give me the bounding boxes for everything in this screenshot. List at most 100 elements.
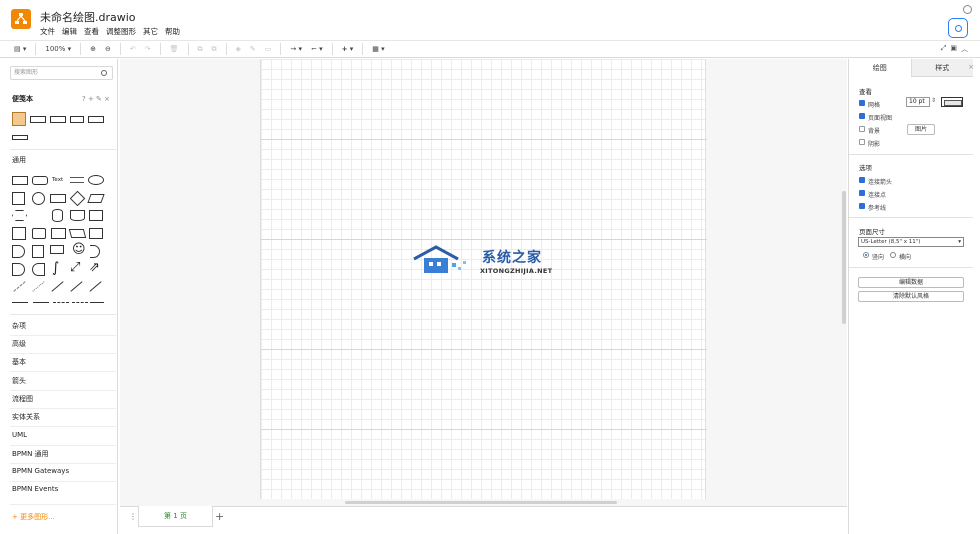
connection-points-checkbox[interactable] [859, 190, 865, 196]
scratchpad-title[interactable]: 便笺本 [12, 94, 33, 104]
parallelogram-shape[interactable] [87, 194, 105, 203]
scratchpad-item[interactable] [12, 112, 26, 126]
connection-style-icon[interactable]: → ▾ [290, 43, 302, 55]
fill-color-icon[interactable]: ◈ [236, 43, 241, 55]
category-bpmn-gateways[interactable]: BPMN Gateways [12, 467, 112, 475]
hexagon-shape[interactable] [12, 210, 27, 221]
square-shape[interactable] [12, 192, 25, 205]
category-uml[interactable]: UML [12, 431, 112, 439]
shadow-checkbox[interactable] [859, 139, 865, 145]
shape-search-input[interactable]: 搜索图形 [10, 66, 113, 80]
menu-arrange[interactable]: 调整图形 [106, 26, 136, 37]
vertical-scrollbar[interactable] [842, 191, 846, 324]
dashed-line-shape[interactable] [13, 281, 26, 292]
scratchpad-item[interactable] [88, 116, 104, 123]
callout-shape[interactable] [50, 245, 64, 254]
screen-capture-icon[interactable] [948, 18, 968, 38]
grid-size-input[interactable]: 10 pt [906, 97, 930, 107]
dotted-line-shape[interactable] [32, 281, 45, 292]
general-section-title[interactable]: 通用 [12, 155, 26, 165]
menu-view[interactable]: 查看 [84, 26, 99, 37]
undo-icon[interactable]: ↶ [130, 43, 136, 55]
trapezoid-shape[interactable] [68, 229, 87, 238]
category-misc[interactable]: 杂项 [12, 321, 112, 331]
loop-limit-shape[interactable] [32, 263, 45, 276]
portrait-radio[interactable] [863, 252, 869, 258]
guides-checkbox[interactable] [859, 203, 865, 209]
grid-size-stepper-icon[interactable]: ⇕ [931, 97, 936, 104]
process-shape[interactable] [50, 194, 66, 203]
data-storage-shape[interactable] [12, 263, 25, 276]
scratchpad-tools[interactable]: ? + ✎ × [82, 95, 110, 103]
delete-icon[interactable]: 🗑 [170, 43, 179, 55]
zoom-in-icon[interactable]: ⊕ [90, 43, 96, 55]
scratchpad-item[interactable] [50, 116, 66, 123]
circle-shape[interactable] [32, 192, 45, 205]
language-globe-icon[interactable] [963, 5, 972, 14]
waypoints-icon[interactable]: ⌐ ▾ [311, 43, 323, 55]
cylinder-shape[interactable] [52, 209, 63, 222]
connection-arrows-checkbox[interactable] [859, 177, 865, 183]
grid-color-swatch[interactable] [941, 97, 963, 107]
pages-menu-icon[interactable]: ⋮ [129, 512, 137, 521]
menu-edit[interactable]: 编辑 [62, 26, 77, 37]
note-shape[interactable] [32, 245, 44, 258]
menu-extras[interactable]: 其它 [143, 26, 158, 37]
directional-line-shape[interactable] [70, 281, 83, 292]
to-back-icon[interactable]: ⧉ [212, 43, 217, 55]
scratchpad-item[interactable] [30, 116, 46, 123]
ellipse-shape[interactable] [88, 175, 104, 185]
arrow-shape[interactable]: ⇗ [89, 260, 100, 275]
diagram-canvas[interactable] [120, 59, 847, 506]
format-panel-icon[interactable]: ▣ [950, 44, 957, 54]
tape-shape[interactable] [89, 228, 103, 239]
triangle-shape[interactable] [32, 209, 44, 222]
landscape-radio[interactable] [890, 252, 896, 258]
category-entity-relation[interactable]: 实体关系 [12, 412, 112, 422]
grid-checkbox[interactable] [859, 100, 865, 106]
table-insert-icon[interactable]: ▦ ▾ [372, 43, 384, 55]
page-view-checkbox[interactable] [859, 113, 865, 119]
redo-icon[interactable]: ↷ [145, 43, 151, 55]
menu-file[interactable]: 文件 [40, 26, 55, 37]
page-size-select[interactable]: US-Letter (8,5" x 11") ▾ [858, 237, 964, 247]
background-checkbox[interactable] [859, 126, 865, 132]
delay-shape[interactable] [12, 245, 25, 258]
category-flowchart[interactable]: 流程图 [12, 394, 112, 404]
close-panel-icon[interactable]: × [968, 63, 974, 71]
rounded-rectangle-shape[interactable] [32, 176, 48, 185]
textbox-shape[interactable] [70, 177, 84, 183]
page-tab[interactable]: 第 1 页 [138, 506, 213, 527]
diamond-shape[interactable] [69, 190, 86, 207]
line-color-icon[interactable]: ✎ [250, 43, 256, 55]
category-bpmn-general[interactable]: BPMN 通用 [12, 449, 112, 459]
rectangle-shape[interactable] [12, 176, 28, 185]
text-shape[interactable]: Text [52, 177, 63, 183]
to-front-icon[interactable]: ⧉ [198, 43, 203, 55]
edit-data-button[interactable]: 编辑数据 [858, 277, 964, 288]
bidirectional-arrow-shape[interactable]: ⤢ [70, 260, 80, 275]
horizontal-scrollbar[interactable] [345, 501, 617, 504]
zoom-dropdown[interactable]: 100% ▾ [45, 43, 71, 55]
insert-plus-icon[interactable]: + ▾ [342, 43, 354, 55]
curly-shape[interactable]: ∫ [52, 260, 59, 276]
add-page-icon[interactable]: + [215, 510, 224, 523]
tab-diagram[interactable]: 绘图 [849, 59, 912, 77]
document-shape[interactable] [70, 210, 85, 221]
collapse-chevron-icon[interactable]: ︿ [961, 44, 968, 54]
tab-style[interactable]: 样式 [911, 59, 973, 77]
category-arrows[interactable]: 箭头 [12, 376, 112, 386]
scratchpad-item[interactable] [70, 116, 84, 123]
document-title[interactable]: 未命名绘图.drawio [40, 9, 136, 25]
card-shape[interactable] [89, 210, 103, 221]
menu-help[interactable]: 帮助 [165, 26, 180, 37]
cube-shape[interactable] [32, 228, 46, 239]
more-shapes-link[interactable]: + 更多图形... [12, 512, 55, 522]
shadow-icon[interactable]: ▭ [265, 43, 272, 55]
scratchpad-item[interactable] [12, 135, 28, 140]
connector-line-shape[interactable] [33, 302, 49, 303]
background-image-button[interactable]: 图片 [907, 124, 935, 135]
line-shape[interactable] [51, 281, 64, 292]
actor-shape[interactable]: ☺ [72, 243, 86, 256]
zoom-out-icon[interactable]: ⊖ [105, 43, 111, 55]
